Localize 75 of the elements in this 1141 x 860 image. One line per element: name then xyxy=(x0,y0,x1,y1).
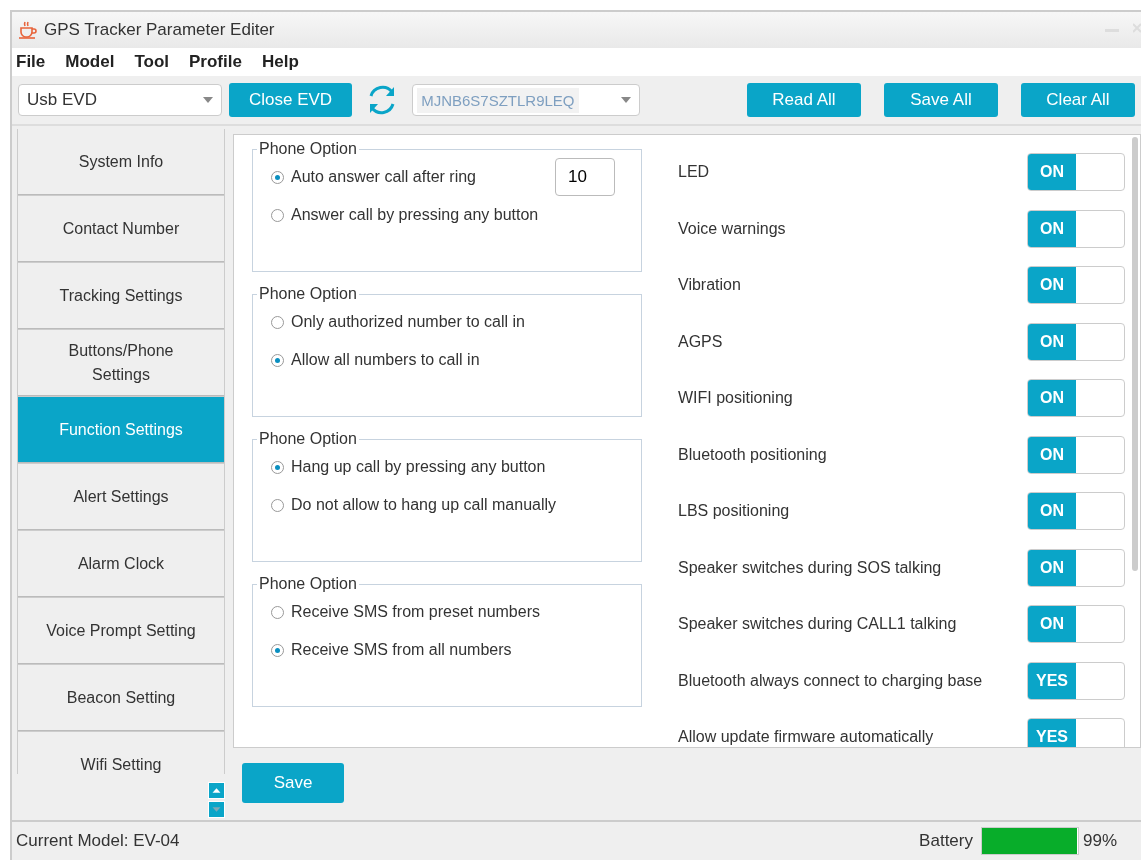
caret-icon xyxy=(203,97,213,103)
option-label: Receive SMS from preset numbers xyxy=(291,603,540,621)
menu-item[interactable]: Profile xyxy=(189,52,256,72)
radio-button[interactable] xyxy=(271,643,284,657)
setting-label: LED xyxy=(678,163,710,181)
device-id-dropdown[interactable]: MJNB6S7SZTLR9LEQ xyxy=(412,84,641,116)
radio-button[interactable] xyxy=(271,353,284,367)
coffee-cup-icon xyxy=(18,21,38,39)
sidebar-item[interactable]: System Info xyxy=(17,129,225,196)
toggle-switch[interactable]: YES xyxy=(1027,718,1125,747)
setting-label: Speaker switches during SOS talking xyxy=(678,558,942,577)
setting-label: WIFI positioning xyxy=(678,389,793,407)
close-evd-button[interactable]: Close EVD xyxy=(229,83,353,117)
toggle-switch[interactable]: YES xyxy=(1027,661,1125,700)
option-label: Do not allow to hang up call manually xyxy=(291,496,557,514)
option-label: Auto answer call after ring xyxy=(291,168,476,186)
sidebar-item[interactable]: Contact Number xyxy=(17,196,225,263)
sidebar-item[interactable]: Function Settings xyxy=(17,397,225,464)
radio-button[interactable] xyxy=(271,170,284,184)
sidebar-item[interactable]: Alert Settings xyxy=(17,464,225,531)
toggle-switch[interactable]: ON xyxy=(1027,153,1125,191)
setting-label: Bluetooth positioning xyxy=(678,445,827,464)
setting-label: Vibration xyxy=(678,276,741,294)
port-dropdown[interactable]: Usb EVD xyxy=(18,84,222,116)
current-model-text: Current Model: EV-04 xyxy=(16,831,180,851)
sidebar-item[interactable]: Alarm Clock xyxy=(17,531,225,598)
radio-button[interactable] xyxy=(271,460,284,474)
toggle-switch[interactable]: ON xyxy=(1027,605,1125,643)
sidebar-item[interactable]: Beacon Setting xyxy=(17,665,225,732)
caret-icon xyxy=(621,97,632,103)
sidebar-item[interactable]: Tracking Settings xyxy=(17,263,225,330)
battery-label: Battery xyxy=(919,831,973,851)
sidebar-item[interactable]: Voice Prompt Setting xyxy=(17,598,225,665)
toolbar-button[interactable]: Read All xyxy=(747,83,861,117)
group-title: Phone Option xyxy=(258,140,358,158)
menu-item[interactable]: Tool xyxy=(134,52,184,72)
scroll-up-icon[interactable] xyxy=(208,782,225,799)
setting-label: AGPS xyxy=(678,332,723,351)
toggle-switch[interactable]: ON xyxy=(1027,492,1125,530)
radio-button[interactable] xyxy=(271,498,284,512)
menu-item[interactable]: Help xyxy=(261,52,313,72)
toolbar-button[interactable]: Save All xyxy=(884,83,998,117)
menu-item[interactable]: Model xyxy=(65,52,129,72)
sidebar-item[interactable]: Wifi Setting xyxy=(17,732,225,774)
scrollbar[interactable] xyxy=(1132,137,1138,571)
toggle-switch[interactable]: ON xyxy=(1027,548,1125,587)
scroll-down-icon[interactable] xyxy=(208,801,225,818)
toggle-switch[interactable]: ON xyxy=(1027,322,1125,361)
setting-label: LBS positioning xyxy=(678,502,790,520)
option-label: Allow all numbers to call in xyxy=(291,351,480,369)
window-title: GPS Tracker Parameter Editer xyxy=(44,20,275,40)
toggle-switch[interactable]: ON xyxy=(1027,379,1125,417)
battery-percent: 99% xyxy=(1082,831,1117,851)
menu-item[interactable]: File xyxy=(16,52,60,72)
toggle-switch[interactable]: ON xyxy=(1027,435,1125,474)
save-button[interactable]: Save xyxy=(242,763,344,803)
radio-button[interactable] xyxy=(271,208,284,222)
group-title: Phone Option xyxy=(258,575,358,593)
option-label: Answer call by pressing any button xyxy=(291,206,539,224)
ring-count-field[interactable]: 10 xyxy=(555,158,615,196)
option-label: Receive SMS from all numbers xyxy=(291,641,512,659)
setting-label: Bluetooth always connect to charging base xyxy=(678,671,983,690)
option-label: Hang up call by pressing any button xyxy=(291,458,546,476)
sidebar-item[interactable]: Buttons/Phone Settings xyxy=(17,330,225,397)
setting-label: Speaker switches during CALL1 talking xyxy=(678,615,957,633)
setting-label: Voice warnings xyxy=(678,219,786,238)
option-label: Only authorized number to call in xyxy=(291,313,525,331)
toggle-switch[interactable]: ON xyxy=(1027,266,1125,304)
setting-label: Allow update firmware automatically xyxy=(678,728,934,746)
radio-button[interactable] xyxy=(271,315,284,329)
group-title: Phone Option xyxy=(258,430,358,448)
toolbar-button[interactable]: Clear All xyxy=(1021,83,1135,117)
toggle-switch[interactable]: ON xyxy=(1027,209,1125,248)
group-title: Phone Option xyxy=(258,285,358,303)
radio-button[interactable] xyxy=(271,605,284,619)
